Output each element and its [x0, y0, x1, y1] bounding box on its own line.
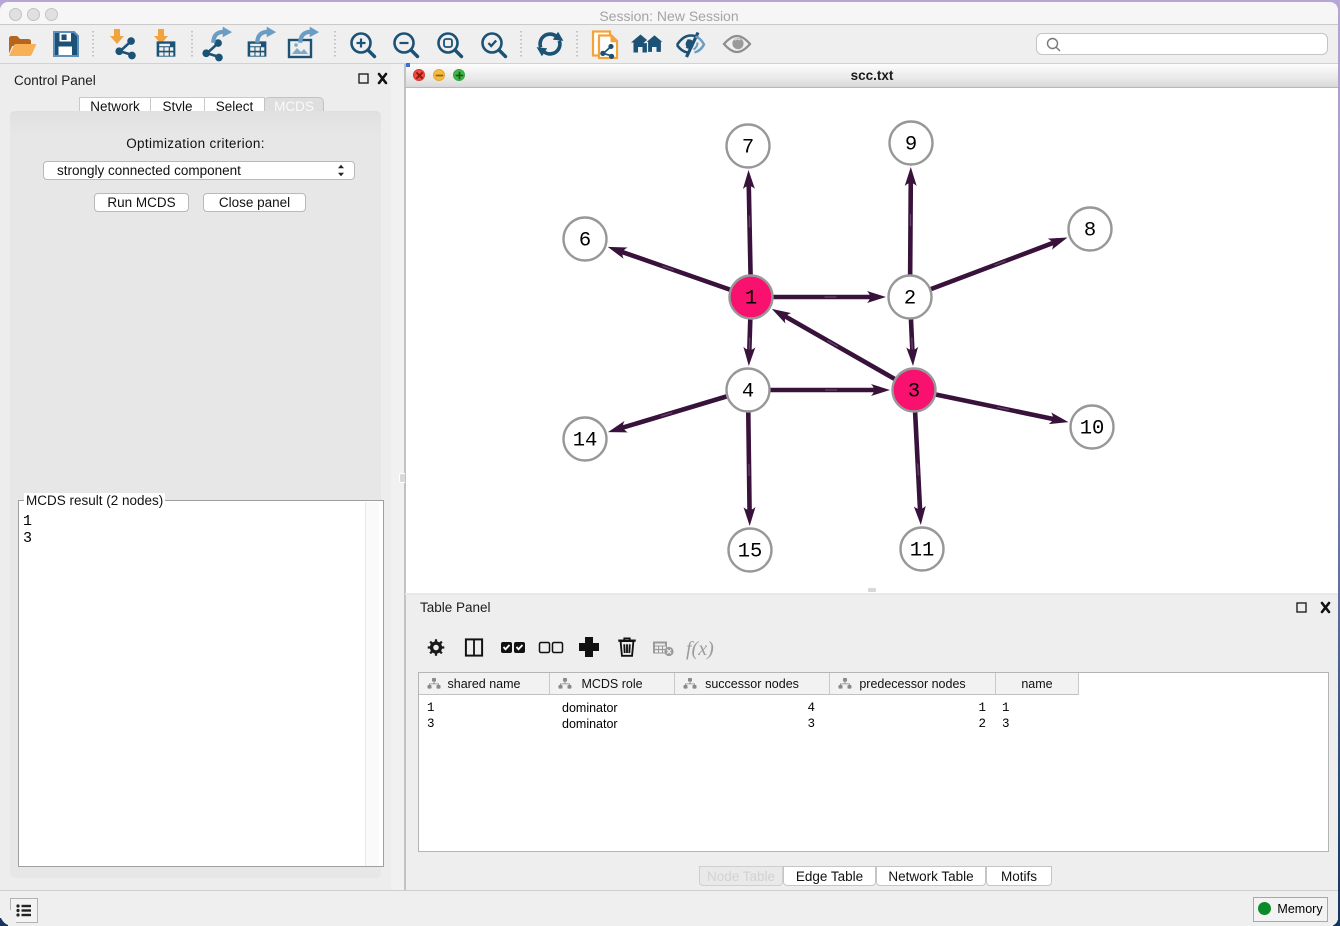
svg-text:4: 4: [742, 381, 754, 404]
svg-text:14: 14: [573, 430, 598, 453]
svg-text:11: 11: [910, 540, 935, 563]
svg-text:7: 7: [742, 137, 754, 160]
svg-text:15: 15: [738, 541, 763, 564]
svg-text:f(x): f(x): [686, 638, 714, 660]
svg-text:10: 10: [1080, 418, 1105, 441]
svg-text:2: 2: [904, 288, 916, 311]
svg-text:6: 6: [579, 230, 591, 253]
svg-text:3: 3: [908, 381, 920, 404]
svg-text:8: 8: [1084, 220, 1096, 243]
svg-text:1: 1: [745, 288, 757, 311]
svg-text:9: 9: [905, 134, 917, 157]
